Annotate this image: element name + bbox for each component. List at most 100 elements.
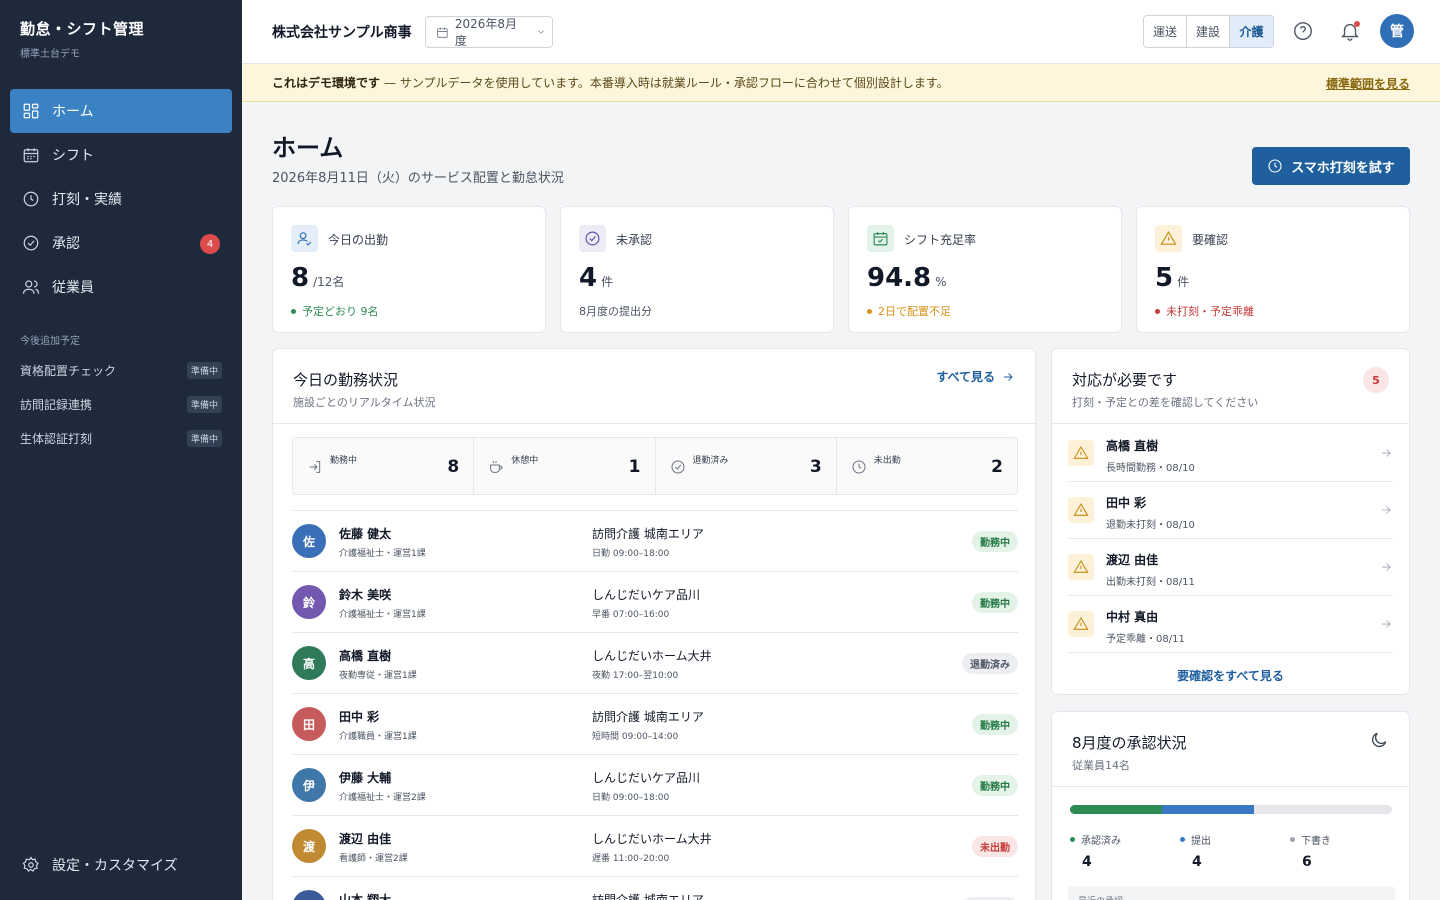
facility-name: しんじだいケア品川 (592, 588, 701, 602)
banner-text: — サンプルデータを使用しています。本番導入時は就業ルール・承認フローに合わせて… (384, 76, 949, 90)
kpi-card-pending[interactable]: 未承認 4件 8月度の提出分 (560, 206, 834, 333)
stat-working[interactable]: 勤務中 8 (293, 438, 475, 494)
staff-name: 佐藤 健太 (339, 527, 392, 541)
period-select[interactable]: 2026年8月度 (425, 16, 553, 48)
approval-progress-bar (1070, 805, 1392, 814)
stat-value: 3 (809, 457, 822, 477)
kpi-icon-wrap (1155, 225, 1182, 252)
stat-label: 休憩中 (511, 456, 539, 466)
divider (1052, 423, 1409, 424)
banner-link[interactable]: 標準範囲を見る (1326, 75, 1410, 92)
arrow-right-icon (1381, 563, 1391, 571)
sidebar-item-employees[interactable]: 従業員 (10, 265, 232, 309)
future-item-label: 生体認証打刻 (20, 432, 93, 446)
stat-break[interactable]: 休憩中 1 (474, 438, 656, 494)
view-all-alerts-link[interactable]: 要確認をすべて見る (1052, 667, 1409, 684)
sidebar-item-label: ホーム (52, 104, 94, 120)
kpi-unit: % (935, 275, 947, 289)
staff-row[interactable]: 渡渡辺 由佳 看護師・運営2課 しんじだいホーム大井 遅番 11:00–20:00 未出… (292, 815, 1018, 876)
staff-row[interactable]: 伊伊藤 大輔 介護福祉士・運営2課 しんじだいケア品川 日勤 09:00–18:00 勤… (292, 754, 1018, 815)
notifications-button[interactable] (1339, 20, 1361, 42)
user-avatar[interactable]: 管 (1380, 14, 1414, 48)
kpi-card-fill-rate[interactable]: シフト充足率 94.8% 2日で配置不足 (848, 206, 1122, 333)
stat-not-in[interactable]: 未出勤 2 (837, 438, 1017, 494)
sidebar-item-label: 打刻・実績 (52, 192, 122, 208)
alert-item[interactable]: 高橋 直樹 長時間勤務・08/10 (1068, 425, 1393, 482)
grid-icon (23, 103, 39, 119)
kpi-icon-wrap (579, 225, 606, 252)
staff-row[interactable]: 田田中 彩介護職員・運営1課 訪問介護 城南エリア 短時間 09:00–14:00 勤… (292, 693, 1018, 754)
kpi-label: シフト充足率 (904, 233, 977, 247)
kpi-value: 8/12名 (291, 263, 344, 293)
alert-detail: 予定乖離・08/11 (1106, 634, 1185, 645)
clock-icon (1268, 159, 1282, 173)
alert-name: 渡辺 由佳 (1106, 553, 1159, 567)
calendar-check-icon (873, 232, 888, 246)
arrow-right-icon (1381, 506, 1391, 514)
demo-banner: これはデモ環境です — サンプルデータを使用しています。本番導入時は就業ルール・… (242, 64, 1440, 102)
facility-name: 訪問介護 城南エリア (592, 527, 704, 541)
staff-name: 鈴木 美咲 (339, 588, 392, 602)
warning-icon (1073, 502, 1089, 516)
chevron-down-icon (538, 30, 544, 34)
kpi-number: 4 (579, 263, 598, 293)
industry-option-care[interactable]: 介護 (1230, 16, 1273, 47)
warning-icon (1073, 445, 1089, 459)
future-item-visit-records: 訪問記録連携 準備中 (20, 396, 222, 413)
stat-left[interactable]: 退勤済み 3 (656, 438, 837, 494)
kpi-icon-wrap (867, 225, 894, 252)
alert-name: 中村 真由 (1106, 610, 1159, 624)
kpi-unit: /12名 (313, 275, 345, 289)
sidebar: 勤怠・シフト管理 標準土台デモ ホーム シフト 打刻・実績 承認 4 従業員 今… (0, 0, 242, 900)
kpi-value: 4件 (579, 263, 613, 293)
industry-option-construction[interactable]: 建設 (1187, 16, 1230, 47)
user-check-icon (297, 232, 312, 246)
alert-item[interactable]: 中村 真由予定乖離・08/11 (1068, 596, 1393, 653)
warning-icon-wrap (1068, 497, 1094, 523)
staff-row[interactable]: 山 山本 翔大 訪問介護 城南エリア (292, 876, 1018, 900)
alert-item[interactable]: 渡辺 由佳 出勤未打刻・08/11 (1068, 539, 1393, 596)
alert-item[interactable]: 田中 彩退勤未打刻・08/10 (1068, 482, 1393, 539)
kpi-unit: 件 (1177, 275, 1190, 289)
shift-time: 早番 07:00–16:00 (592, 610, 670, 620)
avatar: 高 (292, 646, 326, 680)
sidebar-item-home[interactable]: ホーム (10, 89, 232, 133)
see-all-link[interactable]: すべて見る (936, 368, 1015, 385)
clock-icon (852, 460, 866, 474)
help-button[interactable] (1292, 20, 1314, 42)
avatar: 伊 (292, 768, 326, 802)
banner-strong: これはデモ環境です (272, 76, 381, 90)
kpi-label: 今日の出勤 (328, 233, 389, 247)
settings-label: 設定・カスタマイズ (52, 858, 178, 874)
future-item-qualification: 資格配置チェック 準備中 (20, 362, 222, 379)
theme-toggle[interactable] (1369, 730, 1389, 750)
staff-row[interactable]: 鈴鈴木 美咲 介護福祉士・運営1課 しんじだいケア品川 早番 07:00–16:00 勤… (292, 571, 1018, 632)
sidebar-item-approval[interactable]: 承認 4 (10, 221, 232, 265)
sidebar-item-shift[interactable]: シフト (10, 133, 232, 177)
sidebar-item-punch[interactable]: 打刻・実績 (10, 177, 232, 221)
arrow-right-icon (1003, 372, 1013, 381)
check-circle-icon (671, 460, 684, 474)
try-mobile-punch-button[interactable]: スマホ打刻を試す (1252, 147, 1410, 185)
staff-row[interactable]: 高高橋 直樹 夜勤専従・運営1課 しんじだいホーム大井 夜勤 17:00–翌10:00… (292, 632, 1018, 693)
industry-option-transport[interactable]: 運送 (1144, 16, 1187, 47)
panel-title: 8月度の承認状況 (1072, 734, 1187, 752)
avatar: 佐 (292, 524, 326, 558)
warning-icon-wrap (1068, 554, 1094, 580)
staff-row[interactable]: 佐佐藤 健太 介護福祉士・運営1課 訪問介護 城南エリア 日勤 09:00–18:00… (292, 510, 1018, 571)
legend-dot (1290, 837, 1295, 842)
warning-icon (1160, 231, 1177, 245)
progress-segment (1070, 805, 1162, 814)
kpi-unit: 件 (601, 275, 614, 289)
settings-link[interactable]: 設定・カスタマイズ (22, 855, 178, 875)
status-badge: 勤務中 (972, 775, 1018, 796)
legend-value: 4 (1082, 854, 1092, 870)
staff-name: 山本 翔大 (339, 893, 392, 900)
kpi-note-text: 未打刻・予定乖離 (1166, 305, 1254, 318)
alert-name: 田中 彩 (1106, 496, 1147, 510)
kpi-card-needs-review[interactable]: 要確認 5件 未打刻・予定乖離 (1136, 206, 1410, 333)
stat-value: 8 (447, 457, 460, 477)
kpi-card-attendance[interactable]: 今日の出勤 8/12名 予定どおり 9名 (272, 206, 546, 333)
staff-role: 介護福祉士・運営1課 (339, 610, 426, 620)
stat-label: 退勤済み (692, 456, 729, 466)
